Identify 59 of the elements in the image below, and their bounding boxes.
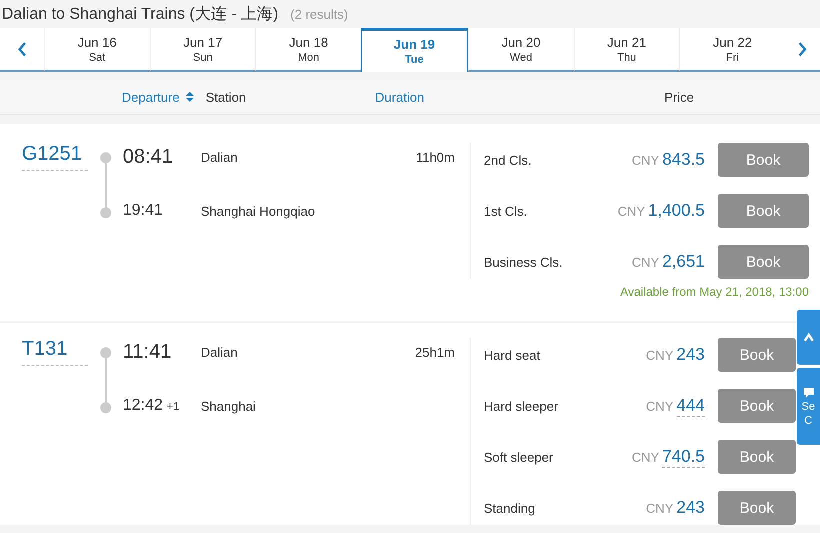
date-tab[interactable]: Jun 17 Sun	[150, 28, 256, 72]
currency-label: CNY	[632, 255, 660, 270]
currency-label: CNY	[632, 153, 660, 168]
seat-class: 2nd Cls.	[484, 152, 533, 168]
currency-label: CNY	[618, 204, 646, 219]
arrival-time: 12:42	[123, 397, 164, 414]
trip-duration: 25h1m	[415, 344, 455, 360]
chat-bubble-icon	[802, 386, 814, 398]
day-offset: +1	[167, 401, 180, 413]
station-name: Shanghai	[201, 398, 257, 414]
date-tab[interactable]: Jun 22 Fri	[679, 28, 786, 72]
departure-sort-button[interactable]: Departure	[122, 90, 194, 104]
seat-class: Business Cls.	[484, 254, 564, 270]
price-amount: 843.5	[662, 150, 705, 170]
price-amount: 243	[676, 345, 705, 365]
station-name: Dalian	[201, 150, 239, 164]
chevron-right-icon	[798, 42, 808, 56]
price-amount: 243	[676, 498, 705, 518]
date-tab[interactable]: Jun 18 Mon	[255, 28, 362, 72]
date-tab[interactable]: Jun 16 Sat	[44, 28, 150, 72]
currency-label: CNY	[646, 398, 674, 414]
sort-icon	[186, 92, 194, 102]
station-name: Shanghai Hongqiao	[201, 204, 316, 218]
chevron-left-icon	[18, 42, 26, 56]
trip-duration: 11h0m	[416, 150, 455, 164]
column-header: Station	[206, 90, 246, 104]
departure-time: 08:41	[123, 146, 174, 168]
next-dates-button[interactable]	[785, 28, 820, 72]
price-amount: 1,400.5	[648, 201, 705, 221]
seat-class: Hard sleeper	[484, 398, 560, 414]
train-number-link[interactable]: G1251	[22, 143, 88, 171]
previous-dates-button[interactable]	[0, 28, 44, 72]
page-title: Dalian to Shanghai Trains (大连 - 上海)	[2, 4, 279, 24]
chat-button[interactable]: Se C	[797, 368, 820, 445]
price-amount: 740.5	[662, 446, 705, 468]
currency-label: CNY	[646, 501, 674, 516]
chevron-up-icon	[804, 332, 814, 342]
arrival-time: 19:41	[123, 202, 164, 219]
station-name: Dalian	[201, 344, 239, 360]
seat-class: Hard seat	[484, 348, 542, 362]
seat-class: Standing	[484, 500, 536, 516]
seat-class: 1st Cls.	[484, 204, 528, 218]
duration-sort-button[interactable]: Duration	[375, 90, 424, 104]
date-tab[interactable]: Jun 20 Wed	[468, 28, 574, 72]
route-line-drawing	[100, 152, 112, 219]
seat-class: Soft sleeper	[484, 450, 554, 464]
price-amount: 2,651	[662, 252, 705, 272]
date-tab[interactable]: Jun 21 Thu	[574, 28, 680, 72]
back-to-top-button[interactable]	[797, 310, 820, 365]
date-tab[interactable]: Jun 19 Tue	[361, 28, 468, 72]
price-amount: 444	[676, 396, 705, 416]
departure-time: 11:41	[123, 340, 173, 364]
currency-label: CNY	[646, 348, 674, 363]
route-line-drawing	[100, 347, 112, 414]
currency-label: CNY	[632, 450, 660, 464]
result-count: (2 results)	[290, 6, 348, 22]
train-number-link[interactable]: T131	[22, 338, 88, 366]
column-header: Price	[664, 90, 694, 104]
availability-note: Available from May 21, 2018, 13:00	[619, 285, 809, 301]
